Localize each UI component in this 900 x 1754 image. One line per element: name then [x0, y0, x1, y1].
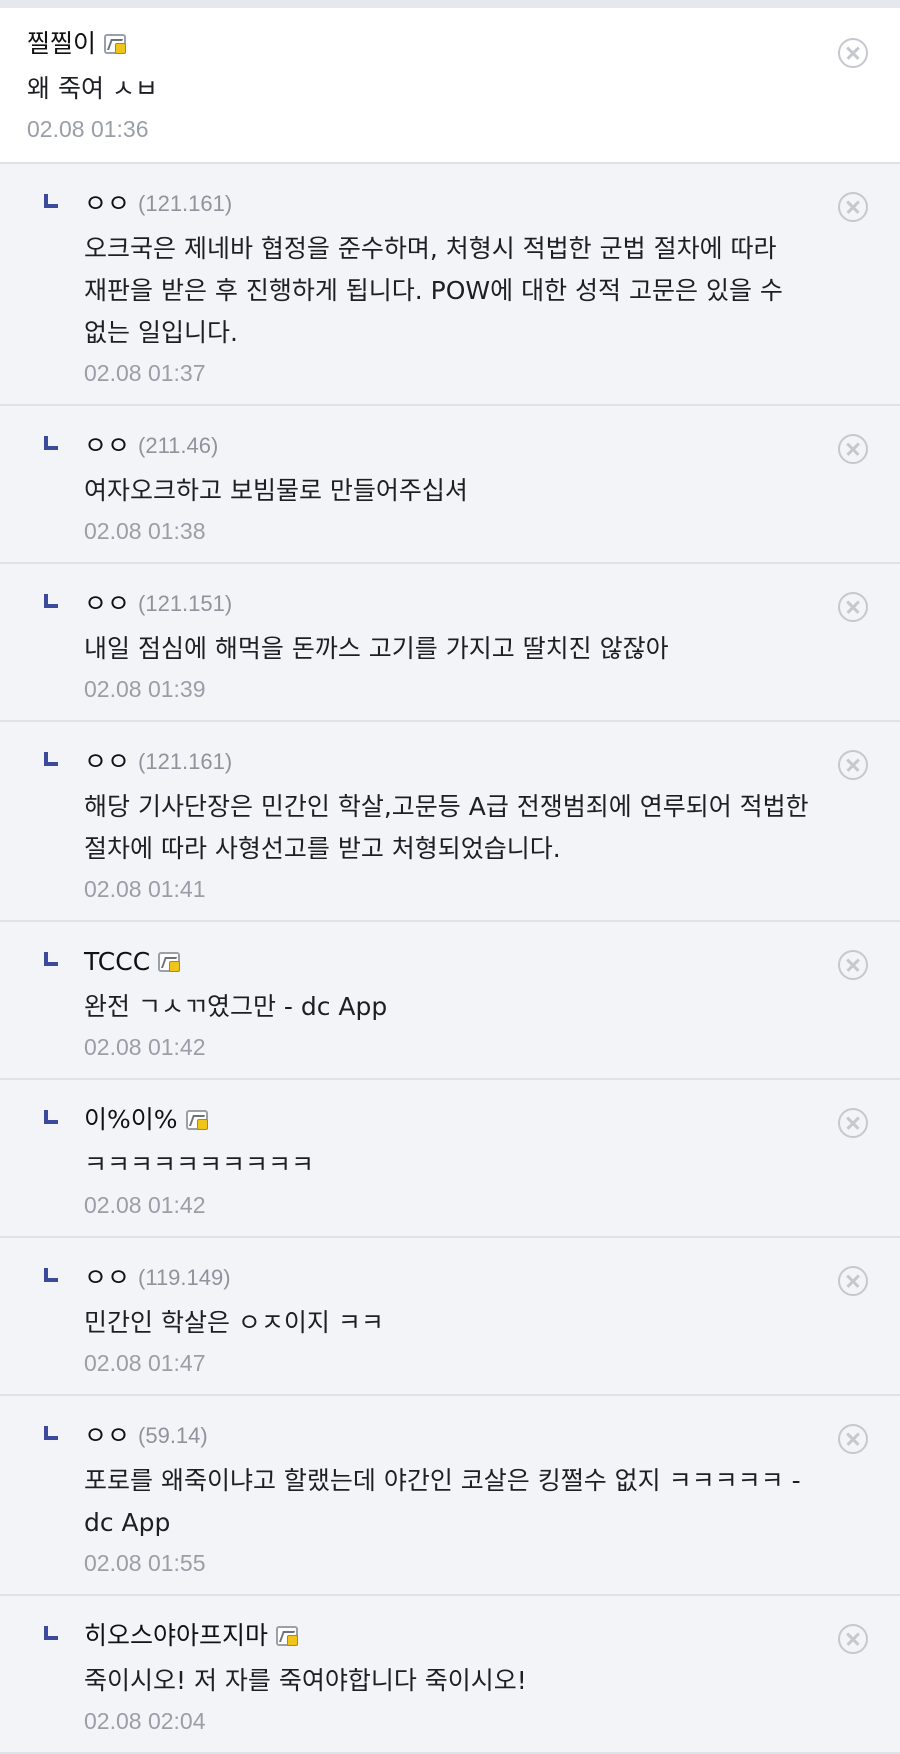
- comment-date: 02.08 01:36: [27, 116, 149, 142]
- reply-ip: (119.149): [138, 1265, 231, 1290]
- reply-arrow-icon: [44, 594, 58, 608]
- reply-date: 02.08 01:37: [84, 360, 206, 386]
- reply-text: 여자오크하고 보빔물로 만들어주십셔: [84, 476, 468, 505]
- reply-date: 02.08 01:42: [84, 1034, 206, 1060]
- reply-item: 이%이% ㅋㅋㅋㅋㅋㅋㅋㅋㅋㅋ 02.08 01:42: [0, 1080, 900, 1238]
- reply-text: 해당 기사단장은 민간인 학살,고문등 A급 전쟁범죄에 연루되어 적법한 절차…: [84, 792, 809, 863]
- reply-item: ㅇㅇ (121.151) 내일 점심에 해먹을 돈까스 고기를 가지고 딸치진 …: [0, 564, 900, 722]
- reply-text: 포로를 왜죽이냐고 할랬는데 야간인 코살은 킹쩔수 없지 ㅋㅋㅋㅋㅋ - dc…: [84, 1466, 801, 1537]
- reply-item: ㅇㅇ (121.161) 오크국은 제네바 협정을 준수하며, 처형시 적법한 …: [0, 164, 900, 406]
- delete-comment-icon[interactable]: [838, 1424, 868, 1454]
- reply-text: ㅋㅋㅋㅋㅋㅋㅋㅋㅋㅋ: [84, 1150, 315, 1179]
- reply-header: TCCC: [84, 944, 820, 980]
- reply-header: ㅇㅇ (211.46): [84, 428, 820, 464]
- reply-author[interactable]: 히오스야아프지마: [84, 1618, 268, 1654]
- reply-item: 히오스야아프지마 죽이시오! 저 자를 죽여야합니다 죽이시오! 02.08 0…: [0, 1596, 900, 1754]
- reply-item: ㅇㅇ (121.161) 해당 기사단장은 민간인 학살,고문등 A급 전쟁범죄…: [0, 722, 900, 922]
- reply-arrow-icon: [44, 952, 58, 966]
- reply-author[interactable]: ㅇㅇ: [84, 586, 130, 622]
- reply-author[interactable]: ㅇㅇ: [84, 1260, 130, 1296]
- reply-header: 이%이%: [84, 1102, 820, 1138]
- reply-ip: (121.161): [138, 191, 233, 216]
- reply-text: 오크국은 제네바 협정을 준수하며, 처형시 적법한 군법 절차에 따라 재판을…: [84, 234, 783, 347]
- reply-author[interactable]: ㅇㅇ: [84, 428, 130, 464]
- reply-date: 02.08 01:55: [84, 1550, 206, 1576]
- top-bar: [0, 0, 900, 8]
- gallery-badge-icon: [158, 952, 181, 972]
- reply-arrow-icon: [44, 1626, 58, 1640]
- reply-item: ㅇㅇ (119.149) 민간인 학살은 ㅇㅈ이지 ㅋㅋ 02.08 01:47: [0, 1238, 900, 1396]
- delete-comment-icon[interactable]: [838, 950, 868, 980]
- reply-ip: (59.14): [138, 1423, 208, 1448]
- reply-date: 02.08 01:41: [84, 876, 206, 902]
- delete-comment-icon[interactable]: [838, 38, 868, 68]
- gallery-badge-icon: [104, 34, 127, 54]
- reply-author[interactable]: ㅇㅇ: [84, 744, 130, 780]
- reply-author[interactable]: ㅇㅇ: [84, 1418, 130, 1454]
- reply-text: 내일 점심에 해먹을 돈까스 고기를 가지고 딸치진 않잖아: [84, 634, 669, 663]
- reply-header: ㅇㅇ (121.161): [84, 186, 820, 222]
- reply-date: 02.08 01:47: [84, 1350, 206, 1376]
- reply-text: 완전 ㄱㅅㄲ였그만 - dc App: [84, 992, 388, 1021]
- reply-date: 02.08 02:04: [84, 1708, 206, 1734]
- reply-item: TCCC 완전 ㄱㅅㄲ였그만 - dc App 02.08 01:42: [0, 922, 900, 1080]
- comment-header: 찔찔이: [27, 26, 820, 62]
- reply-header: ㅇㅇ (121.161): [84, 744, 820, 780]
- reply-date: 02.08 01:39: [84, 676, 206, 702]
- reply-author[interactable]: 이%이%: [84, 1102, 178, 1138]
- reply-item: ㅇㅇ (59.14) 포로를 왜죽이냐고 할랬는데 야간인 코살은 킹쩔수 없지…: [0, 1396, 900, 1596]
- delete-comment-icon[interactable]: [838, 1108, 868, 1138]
- comment-item: 찔찔이 왜 죽여 ㅅㅂ 02.08 01:36: [0, 8, 900, 164]
- delete-comment-icon[interactable]: [838, 750, 868, 780]
- comment-text: 왜 죽여 ㅅㅂ: [27, 74, 158, 103]
- reply-arrow-icon: [44, 1426, 58, 1440]
- reply-text: 죽이시오! 저 자를 죽여야합니다 죽이시오!: [84, 1666, 527, 1695]
- reply-ip: (211.46): [138, 433, 219, 458]
- reply-date: 02.08 01:38: [84, 518, 206, 544]
- reply-header: ㅇㅇ (119.149): [84, 1260, 820, 1296]
- reply-ip: (121.151): [138, 591, 233, 616]
- reply-date: 02.08 01:42: [84, 1192, 206, 1218]
- gallery-badge-icon: [185, 1110, 208, 1130]
- delete-comment-icon[interactable]: [838, 592, 868, 622]
- reply-arrow-icon: [44, 1110, 58, 1124]
- reply-item: ㅇㅇ (211.46) 여자오크하고 보빔물로 만들어주십셔 02.08 01:…: [0, 406, 900, 564]
- reply-author[interactable]: ㅇㅇ: [84, 186, 130, 222]
- reply-header: ㅇㅇ (121.151): [84, 586, 820, 622]
- gallery-badge-icon: [276, 1626, 299, 1646]
- reply-header: ㅇㅇ (59.14): [84, 1418, 820, 1454]
- reply-header: 히오스야아프지마: [84, 1618, 820, 1654]
- delete-comment-icon[interactable]: [838, 1266, 868, 1296]
- reply-text: 민간인 학살은 ㅇㅈ이지 ㅋㅋ: [84, 1308, 384, 1337]
- reply-arrow-icon: [44, 194, 58, 208]
- reply-ip: (121.161): [138, 749, 233, 774]
- reply-arrow-icon: [44, 436, 58, 450]
- delete-comment-icon[interactable]: [838, 192, 868, 222]
- reply-arrow-icon: [44, 752, 58, 766]
- reply-arrow-icon: [44, 1268, 58, 1282]
- delete-comment-icon[interactable]: [838, 434, 868, 464]
- delete-comment-icon[interactable]: [838, 1624, 868, 1654]
- reply-author[interactable]: TCCC: [84, 944, 150, 980]
- comment-author[interactable]: 찔찔이: [27, 26, 96, 62]
